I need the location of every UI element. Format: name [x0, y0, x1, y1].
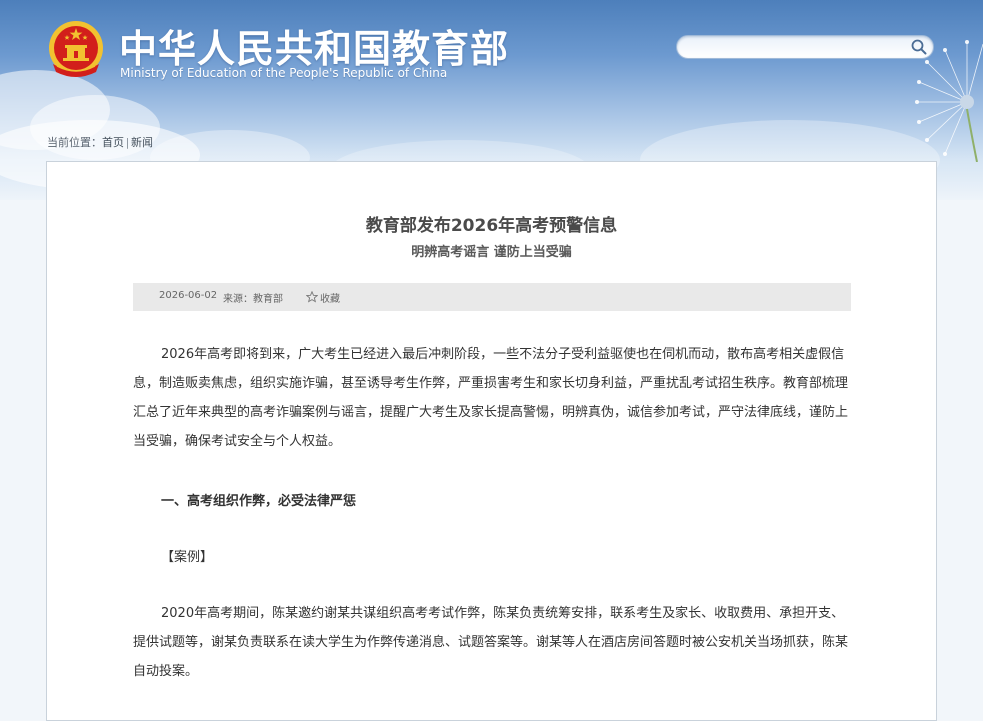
- breadcrumb-home-link[interactable]: 首页: [102, 136, 124, 149]
- case-label: 【案例】: [161, 550, 214, 565]
- dandelion-decoration: [915, 40, 983, 162]
- article-date: 2026-06-02: [159, 290, 218, 301]
- search-input[interactable]: [689, 38, 903, 56]
- article-paragraph: 2020年高考期间，陈某邀约谢某共谋组织高考考试作弊，陈某负责统筹安排，联系考生…: [133, 606, 849, 679]
- favorite-label: 收藏: [320, 294, 340, 305]
- breadcrumb-label: 当前位置：: [47, 136, 102, 149]
- national-emblem-icon: [49, 21, 103, 77]
- article-meta-bar: 2026-06-02 来源：教育部 收藏: [133, 283, 851, 311]
- article-paragraph: 2026年高考即将到来，广大考生已经进入最后冲刺阶段，一些不法分子受利益驱使也在…: [133, 347, 849, 449]
- breadcrumb: 当前位置：首页 | 新闻: [47, 134, 153, 150]
- article-subtitle: 明辨高考谣言 谨防上当受骗: [411, 245, 572, 260]
- article-title: 教育部发布2026年高考预警信息: [365, 216, 618, 236]
- breadcrumb-separator: |: [125, 136, 130, 149]
- search-box: [676, 35, 934, 59]
- site-title: 中华人民共和国教育部: [119, 29, 510, 71]
- breadcrumb-news-link[interactable]: 新闻: [131, 136, 153, 149]
- site-subtitle: Ministry of Education of the People's Re…: [120, 66, 448, 80]
- star-outline-icon: [306, 291, 318, 303]
- article-card: 教育部发布2026年高考预警信息 明辨高考谣言 谨防上当受骗 2026-06-0…: [46, 161, 937, 721]
- section-heading: 一、高考组织作弊，必受法律严惩: [161, 494, 357, 509]
- article-source: 来源：教育部: [223, 294, 283, 305]
